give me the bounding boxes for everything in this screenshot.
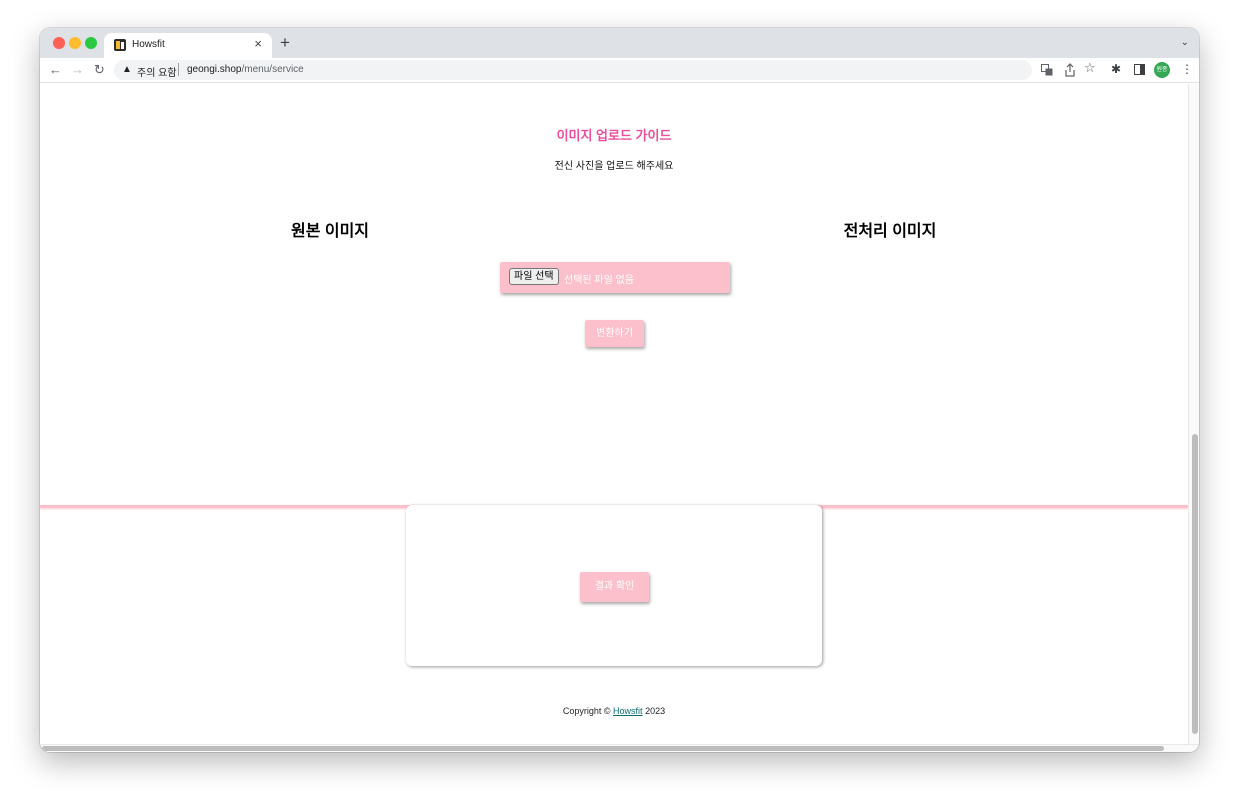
choose-file-button[interactable]: 파일 선택: [509, 268, 559, 285]
close-window-button[interactable]: [53, 37, 65, 49]
profile-avatar[interactable]: 원종: [1154, 62, 1170, 78]
reload-icon[interactable]: ↻: [94, 62, 105, 78]
convert-button[interactable]: 변환하기: [585, 320, 644, 347]
url-separator: [178, 63, 179, 76]
share-icon[interactable]: [1064, 63, 1076, 77]
side-panel-icon[interactable]: [1134, 64, 1145, 75]
footer-prefix: Copyright ©: [562, 706, 614, 716]
maximize-window-button[interactable]: [85, 37, 97, 49]
warning-triangle-icon[interactable]: ▲: [122, 64, 132, 75]
upload-guide-title: 이미지 업로드 가이드: [556, 128, 672, 143]
tab-search-chevron-icon[interactable]: ⌄: [1181, 37, 1189, 48]
url-text[interactable]: geongi.shop/menu/service: [187, 64, 304, 75]
footer-suffix: 2023: [642, 706, 666, 716]
url-host: geongi.shop: [187, 64, 242, 75]
minimize-window-button[interactable]: [69, 37, 81, 49]
tab-bar: Howsfit × + ⌄: [40, 28, 1199, 58]
file-status-text: 선택된 파일 없음: [564, 275, 634, 286]
check-result-button[interactable]: 결과 확인: [580, 572, 649, 602]
processed-image-heading: 전처리 이미지: [843, 223, 937, 240]
upload-guide-text: 전신 사진을 업로드 해주세요: [554, 161, 674, 172]
original-image-heading: 원본 이미지: [290, 223, 370, 240]
vertical-scroll-thumb[interactable]: [1192, 434, 1198, 734]
browser-toolbar: ← → ↻ ▲ 주의 요함 geongi.shop/menu/service ☆…: [40, 58, 1199, 83]
tab-howsfit[interactable]: Howsfit ×: [104, 33, 272, 58]
horizontal-scroll-thumb[interactable]: [42, 746, 1164, 751]
tab-title: Howsfit: [132, 39, 165, 50]
horizontal-scrollbar[interactable]: [40, 744, 1199, 752]
footer-howsfit-link[interactable]: Howsfit: [613, 706, 643, 716]
more-options-icon[interactable]: ⋮: [1181, 62, 1193, 76]
security-warning-label[interactable]: 주의 요함: [137, 64, 177, 79]
address-bar[interactable]: ▲ 주의 요함 geongi.shop/menu/service: [114, 60, 1032, 80]
site-favicon-icon: [114, 39, 126, 51]
back-arrow-icon[interactable]: ←: [49, 62, 62, 78]
bookmark-star-icon[interactable]: ☆: [1084, 61, 1096, 75]
extensions-icon[interactable]: ✱: [1111, 62, 1121, 76]
vertical-scrollbar[interactable]: [1188, 84, 1199, 744]
translate-icon[interactable]: [1041, 64, 1053, 76]
forward-arrow-icon[interactable]: →: [71, 62, 84, 78]
browser-window: Howsfit × + ⌄ ← → ↻ ▲ 주의 요함 geongi.shop/…: [40, 28, 1199, 752]
url-path: /menu/service: [241, 64, 304, 75]
footer-copyright: Copyright © Howsfit 2023: [40, 706, 1188, 716]
new-tab-button[interactable]: +: [280, 34, 290, 52]
file-upload-field[interactable]: 파일 선택 선택된 파일 없음: [500, 262, 730, 293]
tab-close-icon[interactable]: ×: [254, 37, 262, 51]
page-content: 이미지 업로드 가이드 전신 사진을 업로드 해주세요 원본 이미지 전처리 이…: [40, 84, 1188, 744]
